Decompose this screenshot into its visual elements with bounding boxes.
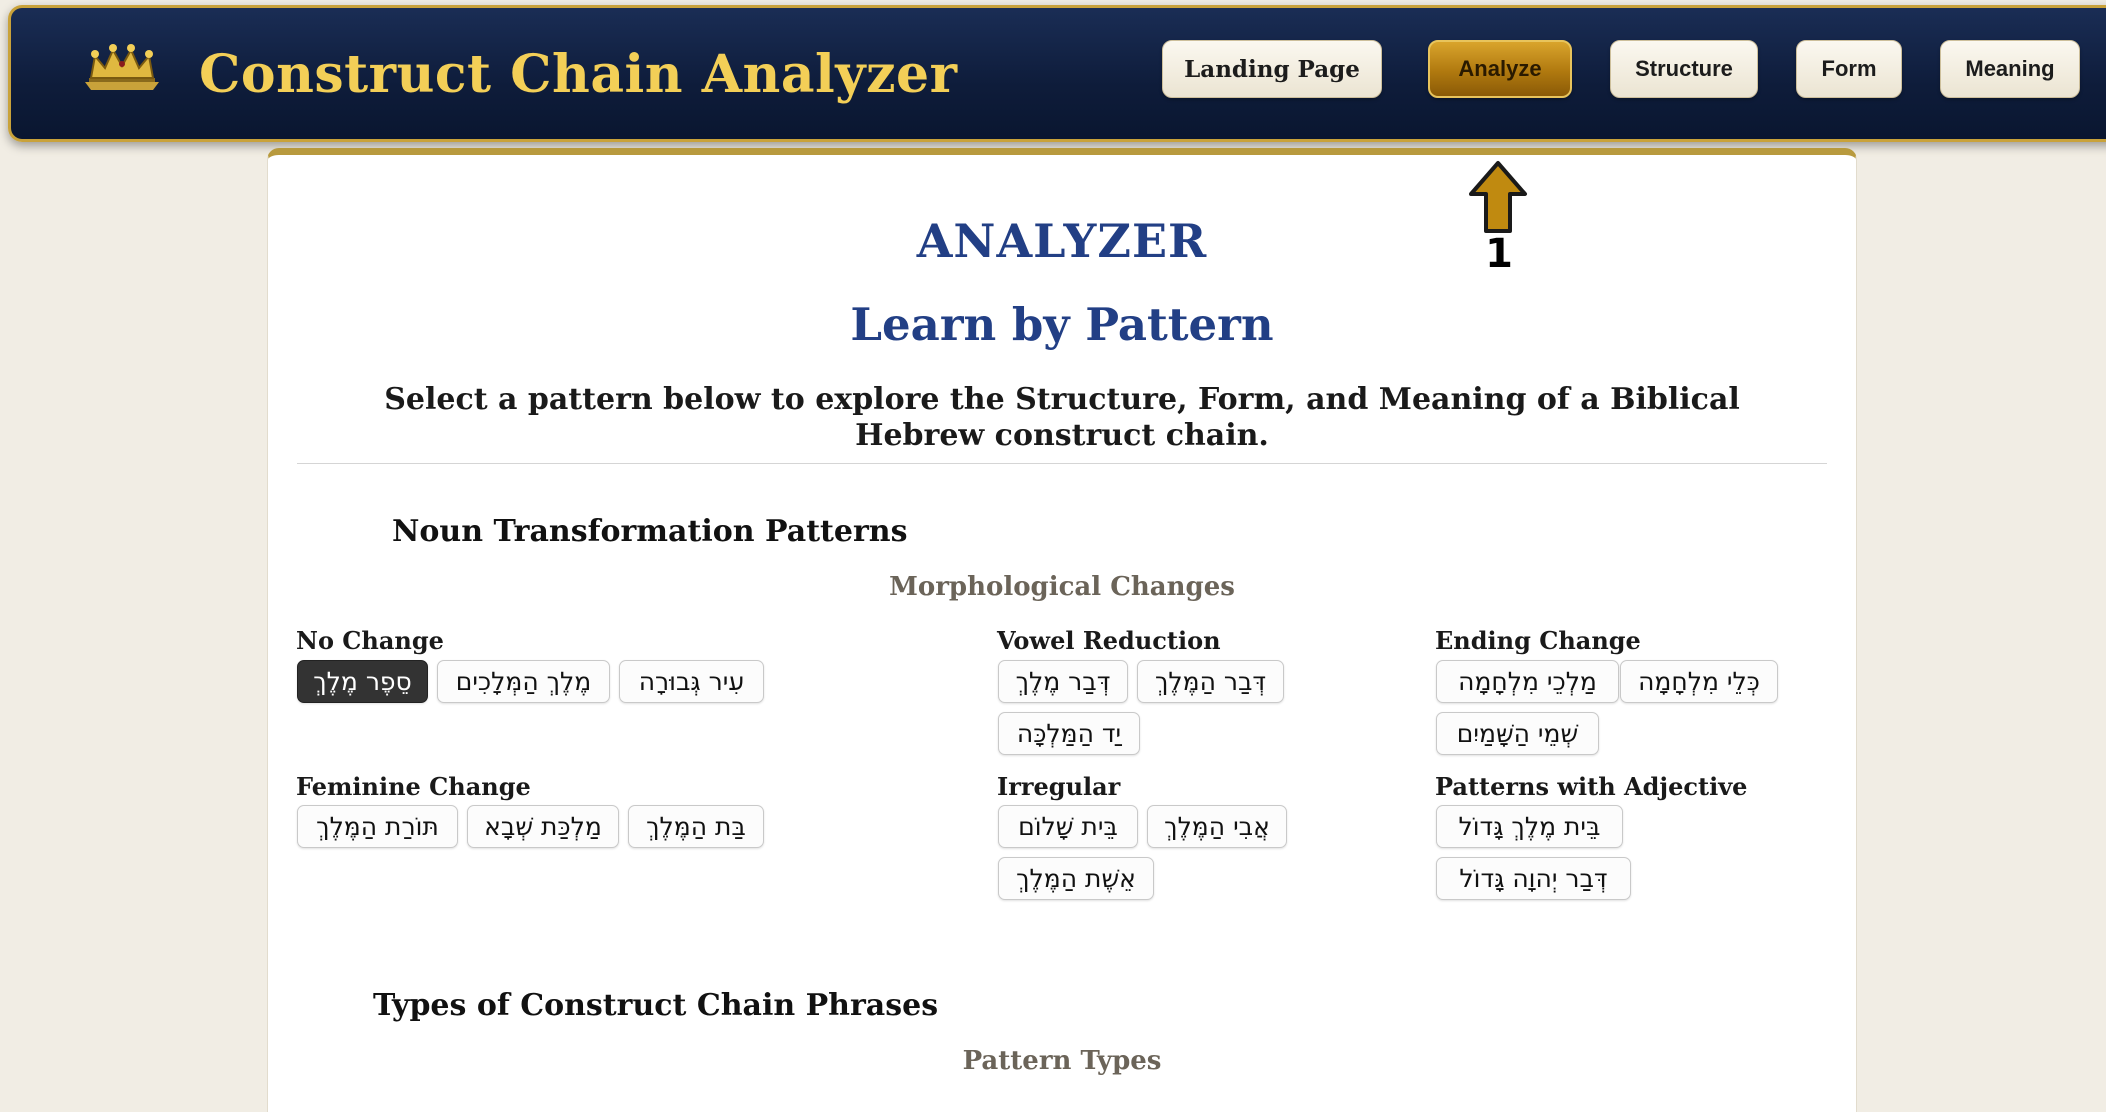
page-title: ANALYZER	[916, 214, 1208, 268]
pattern-chip[interactable]: יַד הַמַּלְכָּה	[998, 712, 1140, 755]
pattern-chip[interactable]: אֲבִי הַמֶּלֶךְ	[1147, 805, 1287, 848]
pattern-chip[interactable]: אֵשֶׁת הַמֶּלֶךְ	[998, 857, 1154, 900]
app-title: Construct Chain Analyzer	[199, 44, 958, 105]
pattern-chip[interactable]: שְׁמֵי הַשָּׁמַיִם	[1436, 712, 1599, 755]
group-label-feminine-change: Feminine Change	[296, 772, 531, 801]
nav-form-button[interactable]: Form	[1796, 40, 1902, 98]
nav-analyze-button[interactable]: Analyze	[1428, 40, 1572, 98]
pattern-chip[interactable]: מַלְכַּת שְׁבָא	[467, 805, 619, 848]
section-subtitle-morphological: Morphological Changes	[889, 572, 1235, 602]
section-title-noun-patterns: Noun Transformation Patterns	[392, 514, 908, 549]
pattern-chip[interactable]: בֵּית מֶלֶךְ גָּדוֹל	[1436, 805, 1623, 848]
nav-structure-button[interactable]: Structure	[1610, 40, 1758, 98]
pattern-chip[interactable]: דְּבַר מֶלֶךְ	[998, 660, 1128, 703]
page-subtitle: Learn by Pattern	[850, 298, 1274, 351]
pattern-chip[interactable]: דְּבַר יְהוָה גָּדוֹל	[1436, 857, 1631, 900]
nav-meaning-button[interactable]: Meaning	[1940, 40, 2080, 98]
pattern-chip[interactable]: תּוֹרַת הַמֶּלֶךְ	[297, 805, 458, 848]
pattern-chip[interactable]: בַּת הַמֶּלֶךְ	[628, 805, 764, 848]
intro-text: Select a pattern below to explore the St…	[384, 382, 1740, 453]
pattern-chip[interactable]: כְּלֵי מִלְחָמָה	[1620, 660, 1778, 703]
group-label-adjective: Patterns with Adjective	[1435, 772, 1748, 801]
divider	[297, 463, 1827, 464]
pattern-chip[interactable]: מַלְכֵי מִלְחָמָה	[1436, 660, 1619, 703]
pattern-chip[interactable]: עִיר גְּבוּרָה	[619, 660, 764, 703]
section-subtitle-pattern-types: Pattern Types	[962, 1046, 1162, 1076]
pattern-chip[interactable]: דְּבַר הַמֶּלֶךְ	[1137, 660, 1284, 703]
section-title-phrase-types: Types of Construct Chain Phrases	[373, 988, 939, 1023]
crown-icon	[85, 44, 159, 90]
group-label-no-change: No Change	[296, 626, 444, 655]
nav-landing-page-button[interactable]: Landing Page	[1162, 40, 1382, 98]
top-navigation-bar: Construct Chain Analyzer	[8, 5, 2106, 142]
group-label-ending-change: Ending Change	[1435, 626, 1641, 655]
pattern-chip[interactable]: סֵפֶר מֶלֶךְ	[297, 660, 428, 703]
group-label-irregular: Irregular	[997, 772, 1121, 801]
pattern-chip[interactable]: בֵּית שָׁלוֹם	[998, 805, 1138, 848]
group-label-vowel-reduction: Vowel Reduction	[997, 626, 1221, 655]
pattern-chip[interactable]: מֶלֶךְ הַמְּלָכִים	[437, 660, 610, 703]
